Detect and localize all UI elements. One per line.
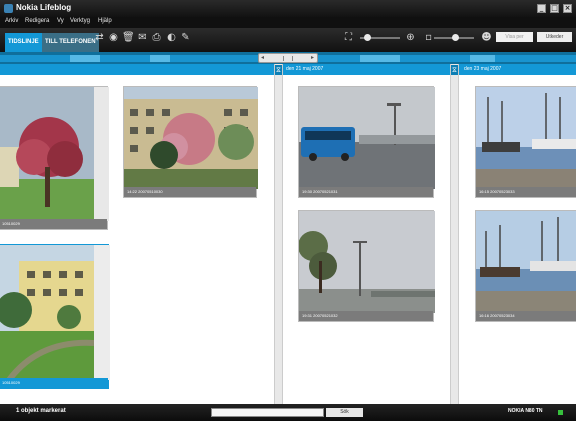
photo-thumbnail[interactable]: 10510029	[0, 244, 110, 389]
person-icon[interactable]: ☻	[481, 32, 492, 43]
view-search-input[interactable]: Visa per	[496, 32, 533, 42]
collapse-day-icon[interactable]: ⧖	[275, 65, 282, 75]
zoom-in-icon[interactable]: ⊕	[405, 32, 416, 43]
connection-status-icon	[558, 410, 563, 415]
edit-icon[interactable]: ✎	[180, 32, 191, 43]
photo-thumbnail[interactable]: 19:31 20070521032	[298, 210, 435, 322]
menu-hjalp[interactable]: Hjälp	[98, 18, 112, 24]
utkeder-button[interactable]: Utkeder	[537, 32, 572, 42]
photo-thumbnail[interactable]: 19:30 20070521031	[298, 86, 435, 198]
overview-segment	[70, 55, 100, 62]
photo-caption: 14:22 20070510030	[124, 187, 256, 197]
size-slider-knob[interactable]	[452, 34, 459, 41]
scroll-left-icon[interactable]: ◂	[261, 54, 264, 62]
day-header: den 21 maj 2007	[272, 64, 450, 75]
tab-till-telefonen[interactable]: TILL TELEFONEN	[42, 33, 99, 52]
photo-thumbnail[interactable]: 16:16 20070523034	[475, 210, 576, 322]
menu-bar: Arkiv Redigera Vy Verktyg Hjälp	[0, 17, 576, 28]
small-view-icon[interactable]: ▫	[423, 32, 434, 43]
title-bar: Nokia Lifeblog _ □ ×	[0, 0, 576, 17]
zoom-slider-knob[interactable]	[364, 34, 371, 41]
day-header: den 23 maj 2007	[450, 64, 576, 75]
photo-image	[299, 87, 435, 189]
photo-caption: 16:15 20070523033	[476, 187, 576, 197]
photo-image	[476, 87, 576, 189]
toolbar: TIDSLINJE TILL TELEFONEN ⇄ ◉ 🗑 ✉ ⎙ ◐ ✎ ⛶…	[0, 28, 576, 52]
photo-image	[124, 87, 258, 189]
photo-image	[0, 87, 109, 221]
tab-tidslinje[interactable]: TIDSLINJE	[5, 33, 42, 52]
photo-caption: 10510029	[0, 378, 108, 388]
window-title: Nokia Lifeblog	[16, 3, 72, 12]
overview-segment	[360, 55, 400, 62]
day-header	[0, 64, 272, 75]
menu-arkiv[interactable]: Arkiv	[5, 18, 18, 24]
mail-icon[interactable]: ✉	[137, 32, 148, 43]
scroll-right-icon[interactable]: ▸	[311, 54, 314, 62]
photo-thumbnail[interactable]: 10510029	[0, 86, 109, 230]
day-separator: ⧖	[274, 64, 283, 404]
overview-segment	[150, 55, 170, 62]
photo-caption: 16:16 20070523034	[476, 311, 576, 321]
photo-caption: 19:30 20070521031	[299, 187, 433, 197]
photo-image	[476, 211, 576, 313]
device-name: NOKIA N80 TN	[508, 408, 543, 414]
day-label: den 21 maj 2007	[286, 66, 324, 72]
search-button[interactable]: Sök	[326, 408, 363, 417]
photo-thumbnail[interactable]: 14:22 20070510030	[123, 86, 258, 198]
selection-status: 1 objekt markerat	[16, 408, 66, 414]
app-logo-icon	[4, 4, 13, 13]
trash-icon[interactable]: 🗑	[122, 32, 135, 43]
maximize-button[interactable]: □	[550, 4, 559, 13]
photo-image	[299, 211, 435, 313]
collapse-day-icon[interactable]: ⧖	[451, 65, 458, 75]
timeline-overview[interactable]: ◂ ▸	[0, 52, 576, 64]
grip-icon	[283, 56, 293, 61]
day-separator: ⧖	[450, 64, 459, 404]
print-icon[interactable]: ⎙	[151, 32, 162, 43]
photo-caption: 10510029	[0, 219, 107, 229]
search-input[interactable]	[211, 408, 324, 417]
overview-scroll-handle[interactable]: ◂ ▸	[258, 53, 318, 63]
menu-vy[interactable]: Vy	[57, 18, 64, 24]
web-icon[interactable]: ◐	[166, 32, 177, 43]
timeline-view: den 21 maj 2007 den 23 maj 2007 ⧖ ⧖ 1051…	[0, 64, 576, 404]
menu-verktyg[interactable]: Verktyg	[70, 18, 90, 24]
photo-thumbnail[interactable]: 16:15 20070523033	[475, 86, 576, 198]
close-button[interactable]: ×	[563, 4, 572, 13]
fit-view-icon[interactable]: ⛶	[343, 32, 354, 43]
overview-segment	[470, 55, 495, 62]
status-bar: 1 objekt markerat Sök NOKIA N80 TN	[0, 404, 576, 421]
photo-caption: 19:31 20070521032	[299, 311, 433, 321]
minimize-button[interactable]: _	[537, 4, 546, 13]
day-label: den 23 maj 2007	[464, 66, 502, 72]
refresh-icon[interactable]: ◉	[108, 32, 119, 43]
menu-redigera[interactable]: Redigera	[25, 18, 49, 24]
photo-image	[0, 245, 110, 380]
sync-icon[interactable]: ⇄	[94, 32, 105, 43]
